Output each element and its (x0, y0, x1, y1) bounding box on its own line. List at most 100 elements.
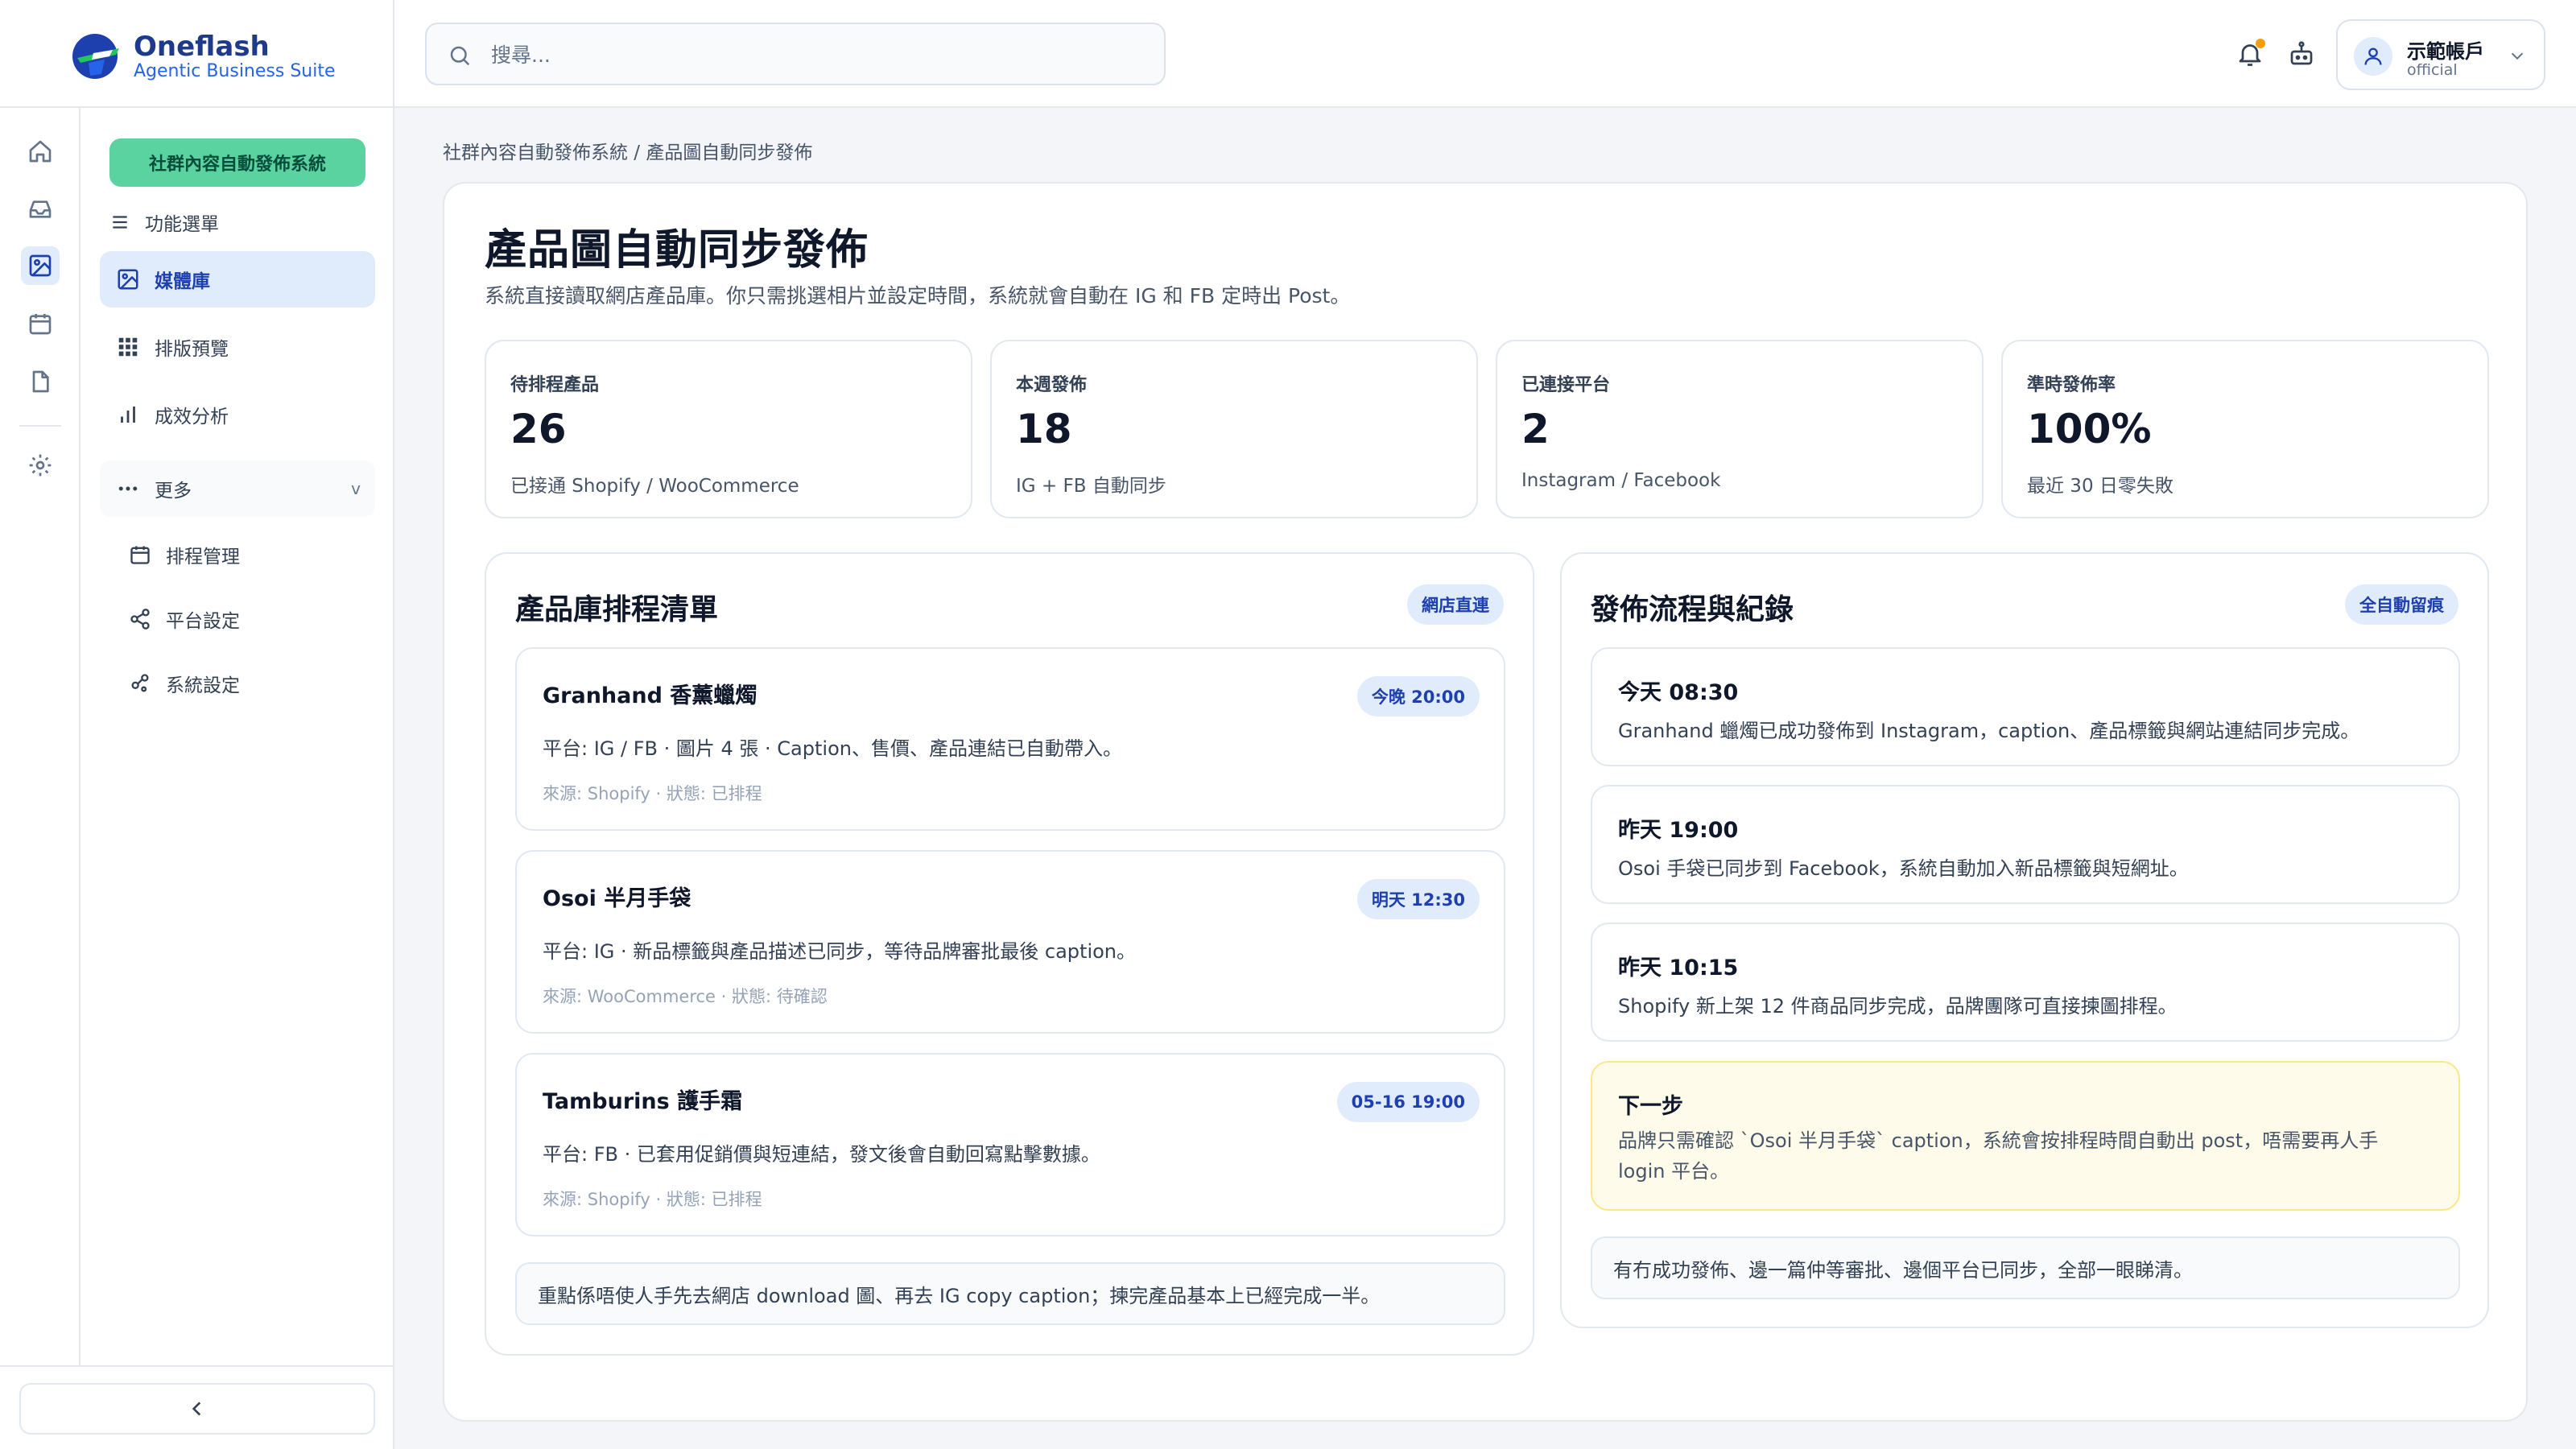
stat-label: 已連接平台 (1521, 375, 1611, 395)
image-icon (118, 269, 138, 290)
top-bar: 示範帳戶 official (394, 0, 2576, 108)
breadcrumb[interactable]: 社群內容自動發佈系統 / 產品圖自動同步發佈 (443, 137, 812, 164)
brand-name: Oneflash (134, 31, 270, 63)
item-title: Tamburins 護手霜 (543, 1089, 743, 1114)
stat-value: 2 (1521, 406, 1550, 452)
time-badge: 05-16 19:00 (1336, 1082, 1480, 1122)
hamburger-icon (113, 216, 127, 229)
brand-tagline: Agentic Business Suite (134, 61, 336, 81)
home-icon[interactable] (21, 132, 60, 171)
stat-subtext: Instagram / Facebook (1521, 470, 1721, 491)
item-title: Osoi 半月手袋 (543, 886, 691, 911)
stat-subtext: IG + FB 自動同步 (1016, 476, 1166, 497)
chevron-down-icon: v (351, 479, 361, 498)
account-subtitle: official (2407, 61, 2458, 79)
system-name-pill[interactable]: 社群內容自動發佈系統 (109, 138, 365, 187)
stat-value: 18 (1016, 406, 1072, 452)
sidebar-subitem-system-settings[interactable]: 系統設定 (129, 665, 240, 702)
next-step-description: 品牌只需確認 `Osoi 半月手袋` caption，系統會按排程時間自動出 p… (1618, 1129, 2379, 1183)
log-entry: 今天 08:30 Granhand 蠟燭已成功發佈到 Instagram，cap… (1591, 647, 2460, 766)
schedule-note: 重點係唔使人手先去網店 download 圖、再去 IG copy captio… (515, 1262, 1505, 1325)
notifications-button[interactable] (2230, 34, 2270, 74)
item-title: Granhand 香薰蠟燭 (543, 683, 758, 708)
stat-value: 26 (510, 406, 567, 452)
chevron-down-icon (2511, 52, 2524, 60)
log-description: Shopify 新上架 12 件商品同步完成，品牌團隊可直接揀圖排程。 (1618, 995, 2178, 1018)
stat-card-platforms: 已連接平台 2 Instagram / Facebook (1496, 340, 1984, 518)
stat-label: 本週發佈 (1016, 375, 1088, 395)
next-step-title: 下一步 (1618, 1094, 1683, 1119)
bar-chart-icon (121, 407, 135, 423)
item-description: 平台: IG / FB · 圖片 4 張 · Caption、售價、產品連結已自… (543, 737, 1122, 760)
log-description: Osoi 手袋已同步到 Facebook，系統自動加入新品標籤與短網址。 (1618, 857, 2189, 880)
item-description: 平台: IG · 新品標籤與產品描述已同步，等待品牌審批最後 caption。 (543, 940, 1137, 963)
stat-subtext: 已接通 Shopify / WooCommerce (510, 476, 799, 497)
list-item[interactable]: Osoi 半月手袋 明天 12:30 平台: IG · 新品標籤與產品描述已同步… (515, 850, 1505, 1034)
log-time: 昨天 19:00 (1618, 818, 1739, 843)
stat-card-pending: 待排程產品 26 已接通 Shopify / WooCommerce (485, 340, 972, 518)
item-source: 來源: Shopify · 狀態: 已排程 (543, 784, 762, 803)
calendar-icon (130, 546, 150, 564)
logo-area: Oneflash Agentic Business Suite (0, 0, 394, 108)
list-item[interactable]: Granhand 香薰蠟燭 今晚 20:00 平台: IG / FB · 圖片 … (515, 647, 1505, 831)
sidebar-item-label: 媒體庫 (155, 271, 210, 292)
sidebar-item-media-library[interactable]: 媒體庫 (100, 251, 375, 308)
panel-title: 發佈流程與紀錄 (1591, 593, 1794, 626)
oneflash-logo-icon (72, 34, 119, 79)
gear-icon[interactable] (21, 446, 60, 485)
menu-header-label: 功能選單 (145, 214, 219, 235)
sidebar-subitem-platform-settings[interactable]: 平台設定 (129, 601, 240, 638)
status-badge: 網店直連 (1407, 584, 1504, 625)
sidebar-subitem-label: 排程管理 (166, 547, 240, 568)
schedule-panel: 產品庫排程清單 網店直連 Granhand 香薰蠟燭 今晚 20:00 平台: … (485, 552, 1534, 1356)
grid-icon (118, 337, 138, 357)
sidebar: Oneflash Agentic Business Suite 社群內容自動發佈… (0, 0, 394, 1449)
search-input[interactable] (491, 37, 1151, 72)
stat-subtext: 最近 30 日零失敗 (2027, 476, 2174, 497)
account-menu[interactable]: 示範帳戶 official (2336, 19, 2545, 90)
more-dots-icon (118, 486, 138, 491)
rail-divider (19, 425, 61, 427)
sidebar-subitem-label: 平台設定 (166, 611, 240, 632)
stat-label: 待排程產品 (510, 375, 600, 395)
search-box[interactable] (425, 23, 1166, 85)
account-name: 示範帳戶 (2407, 40, 2484, 63)
log-time: 昨天 10:15 (1618, 956, 1739, 980)
image-icon[interactable] (21, 246, 60, 285)
sidebar-item-layout-preview[interactable]: 排版預覽 (100, 319, 375, 375)
publish-flow-panel: 發佈流程與紀錄 全自動留痕 今天 08:30 Granhand 蠟燭已成功發佈到… (1560, 552, 2489, 1328)
assistant-bot-button[interactable] (2281, 34, 2322, 74)
calendar-icon[interactable] (21, 304, 60, 343)
robot-icon (2290, 41, 2313, 65)
main-content-card: 產品圖自動同步發佈 系統直接讀取網店產品庫。你只需挑選相片並設定時間，系統就會自… (443, 182, 2528, 1422)
list-item[interactable]: Tamburins 護手霜 05-16 19:00 平台: FB · 已套用促銷… (515, 1053, 1505, 1236)
sidebar-item-label: 排版預覽 (155, 339, 229, 360)
sidebar-more-toggle[interactable]: 更多 v (100, 460, 375, 517)
sidebar-subitem-schedule[interactable]: 排程管理 (129, 536, 240, 573)
stat-value: 100% (2027, 406, 2152, 452)
time-badge: 今晚 20:00 (1356, 676, 1480, 716)
log-time: 今天 08:30 (1618, 680, 1739, 705)
sidebar-item-label: 成效分析 (155, 407, 229, 427)
search-icon (450, 46, 470, 66)
panel-title: 產品庫排程清單 (515, 593, 719, 626)
collapse-sidebar-button[interactable] (19, 1383, 375, 1435)
item-description: 平台: FB · 已套用促銷價與短連結，發文後會自動回寫點擊數據。 (543, 1143, 1100, 1166)
settings-nodes-icon (131, 674, 149, 692)
log-entry: 昨天 10:15 Shopify 新上架 12 件商品同步完成，品牌團隊可直接揀… (1591, 923, 2460, 1042)
log-description: Granhand 蠟燭已成功發佈到 Instagram，caption、產品標籤… (1618, 720, 2360, 742)
stat-card-ontime-rate: 準時發佈率 100% 最近 30 日零失敗 (2001, 340, 2489, 518)
log-entry: 昨天 19:00 Osoi 手袋已同步到 Facebook，系統自動加入新品標籤… (1591, 785, 2460, 904)
next-step-callout: 下一步 品牌只需確認 `Osoi 半月手袋` caption，系統會按排程時間自… (1591, 1061, 2460, 1211)
sidebar-footer (0, 1365, 394, 1449)
flow-note: 有冇成功發佈、邊一篇仲等審批、邊個平台已同步，全部一眼睇清。 (1591, 1236, 2460, 1299)
document-icon[interactable] (21, 362, 60, 401)
user-icon (2364, 47, 2382, 65)
sidebar-item-analytics[interactable]: 成效分析 (100, 386, 375, 443)
chevron-left-icon (192, 1402, 201, 1416)
page-description: 系統直接讀取網店產品庫。你只需挑選相片並設定時間，系統就會自動在 IG 和 FB… (485, 284, 1351, 308)
share-icon (130, 609, 150, 630)
notification-dot (2256, 39, 2265, 48)
inbox-icon[interactable] (21, 190, 60, 229)
sidebar-subitem-label: 系統設定 (166, 675, 240, 696)
